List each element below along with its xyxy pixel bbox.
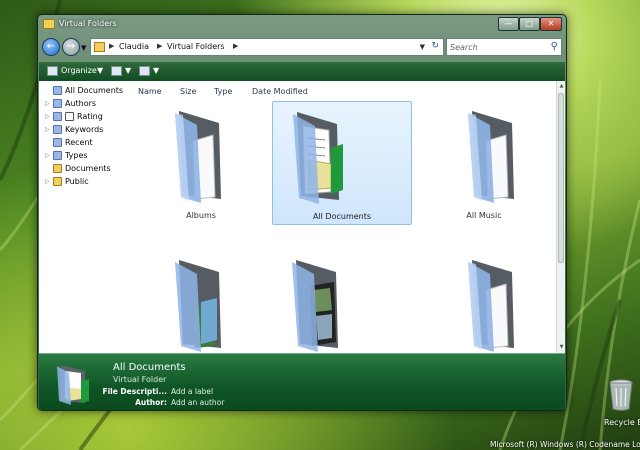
nav-item-documents[interactable]: Documents <box>45 163 131 175</box>
folder-label: Albums <box>186 211 216 220</box>
breadcrumb-separator-icon[interactable]: ▶ <box>109 42 114 50</box>
build-watermark: Microsoft (R) Windows (R) Codename Longh… <box>490 440 640 449</box>
organize-icon <box>47 66 58 76</box>
nav-label: Types <box>65 151 88 160</box>
nav-label: Keywords <box>65 125 104 134</box>
expand-arrow-icon[interactable]: ▷ <box>45 152 50 159</box>
forward-button[interactable]: → <box>62 38 80 56</box>
virtual-folder-icon <box>175 260 221 352</box>
nav-item-all-documents[interactable]: All Documents <box>45 85 131 97</box>
breadcrumb-virtual-folders[interactable]: Virtual Folders <box>167 42 225 51</box>
vertical-scrollbar[interactable]: ▲ ▼ <box>556 81 565 353</box>
expand-arrow-icon[interactable]: ▷ <box>45 126 50 133</box>
virtual-folder-icon <box>468 260 514 352</box>
preview-pane-icon[interactable] <box>139 66 150 76</box>
explorer-window: Virtual Folders — □ ✕ ← → ▼ ▶ Claudia ▶ … <box>37 14 567 411</box>
column-header: Name Size Type Date Modified <box>131 81 556 99</box>
layout-dropdown-icon[interactable]: ▼ <box>153 66 159 75</box>
column-size[interactable]: Size <box>180 87 196 96</box>
scrollbar-thumb[interactable] <box>558 93 564 263</box>
nav-item-public[interactable]: ▷ Public <box>45 176 131 188</box>
refresh-icon[interactable]: ↻ <box>431 41 439 51</box>
nav-label: Public <box>65 177 89 186</box>
breadcrumb-claudia[interactable]: Claudia <box>119 42 149 51</box>
content-area: All Documents ▷ Authors ▷ Rating ▷ Keywo… <box>39 81 565 353</box>
column-name[interactable]: Name <box>138 87 162 96</box>
scroll-down-icon[interactable]: ▼ <box>557 343 566 352</box>
breadcrumb-separator-icon[interactable]: ▶ <box>233 42 238 50</box>
folder-label: All Documents <box>312 212 372 221</box>
virtual-folder-icon <box>175 111 221 203</box>
details-field-label: Author: <box>135 398 167 407</box>
scroll-up-icon[interactable]: ▲ <box>557 82 566 91</box>
virtual-folder-icon <box>53 86 62 95</box>
nav-item-recent[interactable]: Recent <box>45 137 131 149</box>
column-date-modified[interactable]: Date Modified <box>252 87 308 96</box>
navigation-pane: All Documents ▷ Authors ▷ Rating ▷ Keywo… <box>39 81 131 353</box>
virtual-folder-icon <box>53 138 62 147</box>
nav-label: Documents <box>65 164 111 173</box>
address-dropdown-icon[interactable]: ▼ <box>420 43 425 51</box>
window-title: Virtual Folders <box>59 19 117 28</box>
expand-arrow-icon[interactable]: ▷ <box>45 113 50 120</box>
author-value-field[interactable]: Add an author <box>171 398 224 407</box>
maximize-button[interactable]: □ <box>519 17 540 31</box>
close-button[interactable]: ✕ <box>540 17 562 31</box>
title-bar[interactable]: Virtual Folders — □ ✕ <box>38 15 566 34</box>
virtual-folder-icon <box>468 111 514 203</box>
details-title: All Documents <box>113 362 186 373</box>
folder-label: All Music <box>466 211 502 220</box>
folder-icon <box>53 177 62 186</box>
expand-arrow-icon[interactable]: ▷ <box>45 100 50 107</box>
nav-label: Recent <box>65 138 93 147</box>
command-bar: Organize ▼ ▼ ▼ <box>39 61 565 81</box>
folder-icon <box>53 164 62 173</box>
folder-tile-all-music[interactable]: All Music <box>414 101 554 225</box>
label-value-field[interactable]: Add a label <box>171 387 213 396</box>
address-row: ← → ▼ ▶ Claudia ▶ Virtual Folders ▶ ▼ ↻ … <box>38 35 566 61</box>
nav-item-authors[interactable]: ▷ Authors <box>45 98 131 110</box>
details-pane: All Documents Virtual Folder File Descri… <box>39 353 565 410</box>
recycle-bin-label: Recycle Bin <box>604 418 640 427</box>
search-icon[interactable]: ⚲ <box>551 41 558 52</box>
virtual-folder-icon <box>292 260 338 352</box>
folder-icon <box>94 42 105 52</box>
virtual-folder-icon <box>53 125 62 134</box>
virtual-folder-icon <box>53 99 62 108</box>
virtual-folder-icon <box>53 112 62 121</box>
recycle-bin-icon[interactable] <box>608 378 634 412</box>
folder-tile-videos[interactable] <box>272 250 412 353</box>
breadcrumb-separator-icon[interactable]: ▶ <box>157 42 162 50</box>
nav-item-rating[interactable]: ▷ Rating <box>45 111 131 123</box>
minimize-button[interactable]: — <box>498 17 519 31</box>
address-bar[interactable]: ▶ Claudia ▶ Virtual Folders ▶ ▼ ↻ <box>90 38 444 56</box>
back-button[interactable]: ← <box>42 38 60 56</box>
views-icon[interactable] <box>111 66 122 76</box>
history-dropdown-icon[interactable]: ▼ <box>81 44 86 52</box>
folder-tile-pictures[interactable] <box>131 250 271 353</box>
nav-label: Rating <box>77 112 103 121</box>
rating-icon <box>65 112 74 121</box>
details-field-label: File Descripti... <box>102 387 167 396</box>
details-type: Virtual Folder <box>113 375 167 384</box>
nav-item-keywords[interactable]: ▷ Keywords <box>45 124 131 136</box>
expand-arrow-icon[interactable]: ▷ <box>45 178 50 185</box>
folder-tile-albums[interactable]: Albums <box>131 101 271 225</box>
organize-dropdown-icon[interactable]: ▼ <box>97 66 103 75</box>
column-type[interactable]: Type <box>214 87 232 96</box>
nav-label: Authors <box>65 99 97 108</box>
virtual-folder-icon <box>53 151 62 160</box>
virtual-folder-icon <box>293 112 343 204</box>
views-dropdown-icon[interactable]: ▼ <box>125 66 131 75</box>
folder-tile-other[interactable] <box>414 250 554 353</box>
nav-item-types[interactable]: ▷ Types <box>45 150 131 162</box>
search-box[interactable]: Search ⚲ <box>446 38 562 56</box>
nav-label: All Documents <box>65 86 124 95</box>
folder-tile-all-documents[interactable]: All Documents <box>272 101 412 225</box>
search-input[interactable]: Search <box>450 43 478 52</box>
organize-button[interactable]: Organize <box>61 66 97 75</box>
folder-icon <box>43 19 55 29</box>
folder-grid: Albums All Documents All Music <box>131 99 556 353</box>
